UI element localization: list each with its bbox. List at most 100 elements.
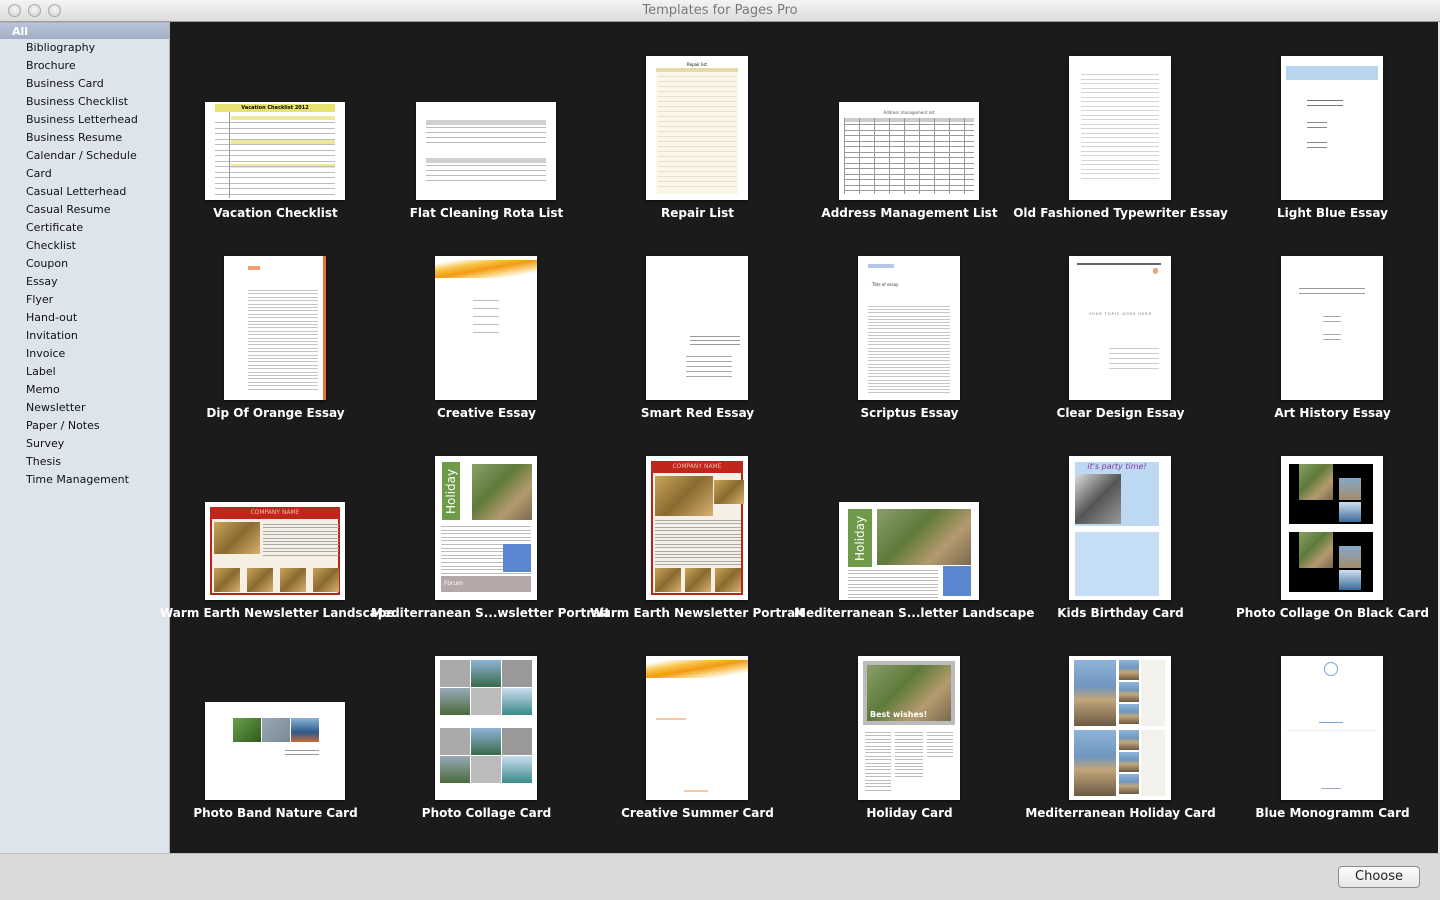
thumb-decoration xyxy=(646,660,748,678)
text-line xyxy=(1109,368,1159,369)
template-item[interactable]: Photo Band Nature Card xyxy=(170,622,381,822)
template-thumbnail[interactable] xyxy=(1281,256,1383,400)
template-item[interactable]: Dip Of Orange Essay xyxy=(170,222,381,422)
template-item[interactable]: Vacation Checklist 2012 Vacation Checklis… xyxy=(170,22,381,222)
template-thumbnail[interactable]: Title of essay xyxy=(858,256,960,400)
sidebar-item-checklist[interactable]: Checklist xyxy=(0,237,169,255)
sidebar-item-casual-resume[interactable]: Casual Resume xyxy=(0,201,169,219)
template-item[interactable]: COMPANY NAME Warm Earth Newsletter Portra… xyxy=(590,422,805,622)
template-thumbnail[interactable]: Repair list xyxy=(646,56,748,200)
choose-button[interactable]: Choose xyxy=(1338,866,1420,888)
text-line xyxy=(248,354,318,356)
sidebar-item-casual-letterhead[interactable]: Casual Letterhead xyxy=(0,183,169,201)
template-thumbnail[interactable] xyxy=(205,702,345,800)
sidebar-item-coupon[interactable]: Coupon xyxy=(0,255,169,273)
category-sidebar: All Bibliography Brochure Business Card Bus… xyxy=(0,22,170,853)
text-line xyxy=(1323,321,1341,322)
sidebar-item-label[interactable]: Label xyxy=(0,363,169,381)
template-thumbnail[interactable] xyxy=(646,256,748,400)
template-item[interactable]: Light Blue Essay xyxy=(1227,22,1438,222)
sidebar-item-time-management[interactable]: Time Management xyxy=(0,471,169,489)
sidebar-item-newsletter[interactable]: Newsletter xyxy=(0,399,169,417)
sidebar-item-memo[interactable]: Memo xyxy=(0,381,169,399)
template-item[interactable]: Repair list Repair List xyxy=(592,22,803,222)
text-line xyxy=(248,378,318,380)
template-thumbnail[interactable] xyxy=(646,656,748,800)
template-item[interactable]: Address management list Address Managemen… xyxy=(804,22,1015,222)
text-line xyxy=(426,180,546,181)
sidebar-item-certificate[interactable]: Certificate xyxy=(0,219,169,237)
template-item[interactable]: Creative Essay xyxy=(381,222,592,422)
template-thumbnail[interactable]: Vacation Checklist 2012 xyxy=(205,102,345,200)
template-thumbnail[interactable]: Holiday Forum xyxy=(435,456,537,600)
template-thumbnail[interactable]: YOUR TOPIC GOES HERE xyxy=(1069,256,1171,400)
template-item[interactable]: Holiday Forum Mediterranean S...wsletter P… xyxy=(371,422,610,622)
sidebar-item-invoice[interactable]: Invoice xyxy=(0,345,169,363)
sidebar-item-all[interactable]: All xyxy=(0,22,169,39)
thumb-decoration xyxy=(1339,478,1361,500)
template-thumbnail[interactable]: COMPANY NAME xyxy=(646,456,748,600)
template-item[interactable]: Best wishes! Holiday Card xyxy=(804,622,1015,822)
sidebar-item-flyer[interactable]: Flyer xyxy=(0,291,169,309)
template-item[interactable]: Photo Collage On Black Card xyxy=(1227,422,1438,622)
template-item[interactable]: Smart Red Essay xyxy=(592,222,803,422)
template-thumbnail[interactable]: Best wishes! xyxy=(858,656,960,800)
template-item[interactable]: Blue Monogramm Card xyxy=(1227,622,1438,822)
template-thumbnail[interactable] xyxy=(224,256,326,400)
template-item[interactable]: Photo Collage Card xyxy=(381,622,592,822)
template-item[interactable]: it's party time! Kids Birthday Card xyxy=(1015,422,1226,622)
text-line xyxy=(868,373,950,375)
sidebar-item-survey[interactable]: Survey xyxy=(0,435,169,453)
sidebar-item-business-card[interactable]: Business Card xyxy=(0,75,169,93)
template-thumbnail[interactable]: Holiday xyxy=(839,502,979,600)
text-line xyxy=(248,341,318,342)
template-item[interactable]: Flat Cleaning Rota List xyxy=(381,22,592,222)
text-line xyxy=(865,755,891,757)
template-item[interactable]: Holiday Mediterranean S...letter Landscap… xyxy=(794,422,1034,622)
template-item[interactable]: COMPANY NAME Warm Earth Newsletter Landsc… xyxy=(160,422,395,622)
template-item[interactable]: Mediterranean Holiday Card xyxy=(1015,622,1226,822)
template-thumbnail[interactable]: it's party time! xyxy=(1069,456,1171,600)
template-thumbnail[interactable] xyxy=(1281,456,1383,600)
text-line xyxy=(248,371,318,373)
thumb-decoration xyxy=(685,568,711,592)
text-line xyxy=(215,160,335,162)
sidebar-item-business-checklist[interactable]: Business Checklist xyxy=(0,93,169,111)
template-item[interactable]: Art History Essay xyxy=(1227,222,1438,422)
sidebar-item-thesis[interactable]: Thesis xyxy=(0,453,169,471)
template-item[interactable]: Old Fashioned Typewriter Essay xyxy=(1013,22,1228,222)
template-thumbnail[interactable]: Address management list xyxy=(839,102,979,200)
sidebar-item-essay[interactable]: Essay xyxy=(0,273,169,291)
template-item[interactable]: YOUR TOPIC GOES HERE Clear Design Essay xyxy=(1015,222,1226,422)
sidebar-item-bibliography[interactable]: Bibliography xyxy=(0,39,169,57)
text-line xyxy=(655,543,741,545)
template-thumbnail[interactable] xyxy=(416,102,556,200)
template-thumbnail[interactable] xyxy=(1069,56,1171,200)
template-thumbnail[interactable]: COMPANY NAME xyxy=(205,502,345,600)
sidebar-item-hand-out[interactable]: Hand-out xyxy=(0,309,169,327)
text-line xyxy=(248,293,318,295)
sidebar-item-brochure[interactable]: Brochure xyxy=(0,57,169,75)
sidebar-item-invitation[interactable]: Invitation xyxy=(0,327,169,345)
template-thumbnail[interactable] xyxy=(435,256,537,400)
template-thumbnail[interactable] xyxy=(1281,56,1383,200)
template-thumbnail[interactable] xyxy=(1069,656,1171,800)
text-line xyxy=(248,381,318,383)
template-item[interactable]: Title of essay Scriptus Essay xyxy=(804,222,1015,422)
text-line xyxy=(658,131,736,132)
template-thumbnail[interactable] xyxy=(1281,656,1383,800)
template-name: Blue Monogramm Card xyxy=(1255,806,1410,820)
sidebar-item-business-resume[interactable]: Business Resume xyxy=(0,129,169,147)
sidebar-item-card[interactable]: Card xyxy=(0,165,169,183)
template-thumbnail[interactable] xyxy=(435,656,537,800)
text-line xyxy=(248,337,318,339)
template-grid: Vacation Checklist 2012 Vacation Checklis… xyxy=(160,22,1438,853)
text-line xyxy=(655,554,741,555)
text-line xyxy=(658,151,736,152)
sidebar-item-paper-notes[interactable]: Paper / Notes xyxy=(0,417,169,435)
thumb-heading: Best wishes! xyxy=(870,710,928,719)
template-item[interactable]: Creative Summer Card xyxy=(592,622,803,822)
text-line xyxy=(658,136,736,137)
sidebar-item-calendar-schedule[interactable]: Calendar / Schedule xyxy=(0,147,169,165)
sidebar-item-business-letterhead[interactable]: Business Letterhead xyxy=(0,111,169,129)
